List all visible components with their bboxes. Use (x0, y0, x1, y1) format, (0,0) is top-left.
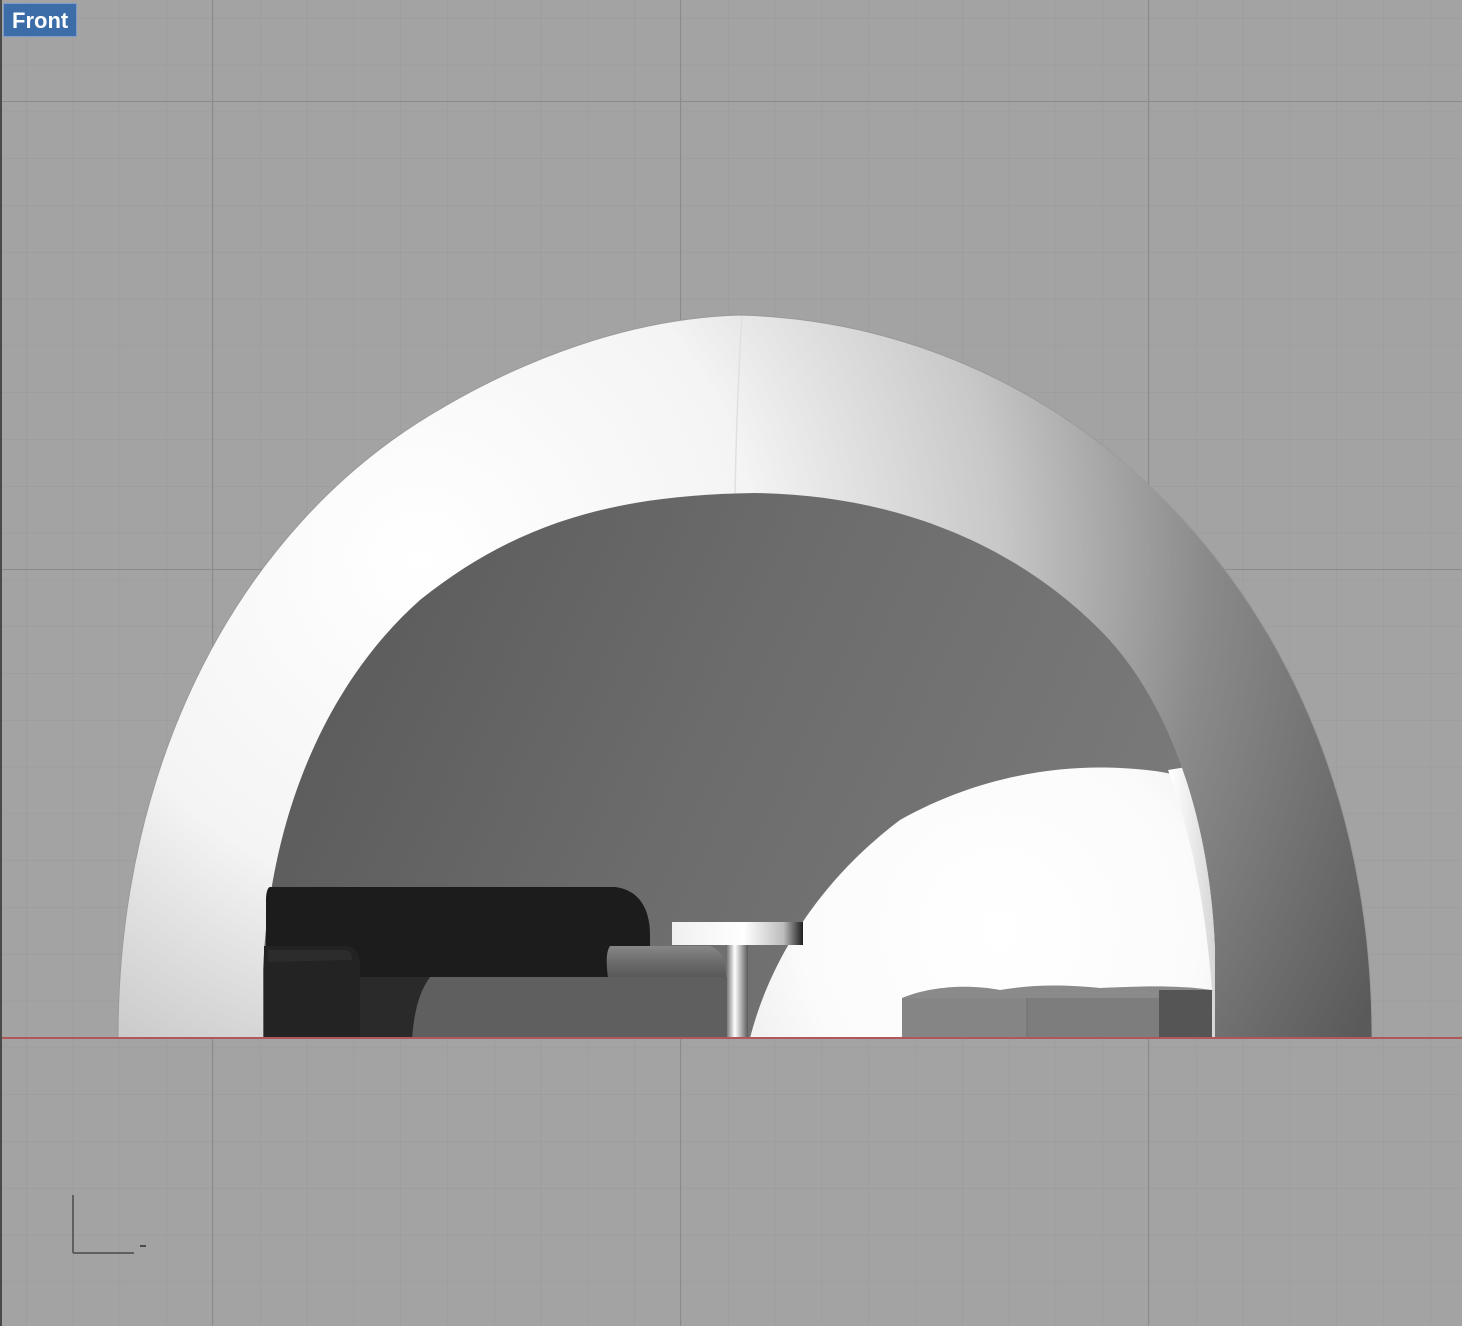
bed[interactable] (902, 985, 1212, 1038)
side-table-top (672, 922, 803, 945)
viewport-left-border (0, 0, 2, 1326)
front-viewport[interactable]: Front (0, 0, 1462, 1326)
sofa-arm-highlight (268, 950, 352, 962)
viewport-title-tab[interactable]: Front (3, 3, 78, 37)
sofa-cushion (606, 946, 726, 978)
side-table-leg (727, 945, 748, 1038)
bed-base-end (1159, 990, 1212, 1038)
sofa-seat (412, 977, 728, 1038)
viewport-canvas[interactable] (0, 0, 1462, 1326)
bed-base-left (902, 998, 1027, 1038)
bed-base-right (1027, 998, 1159, 1038)
